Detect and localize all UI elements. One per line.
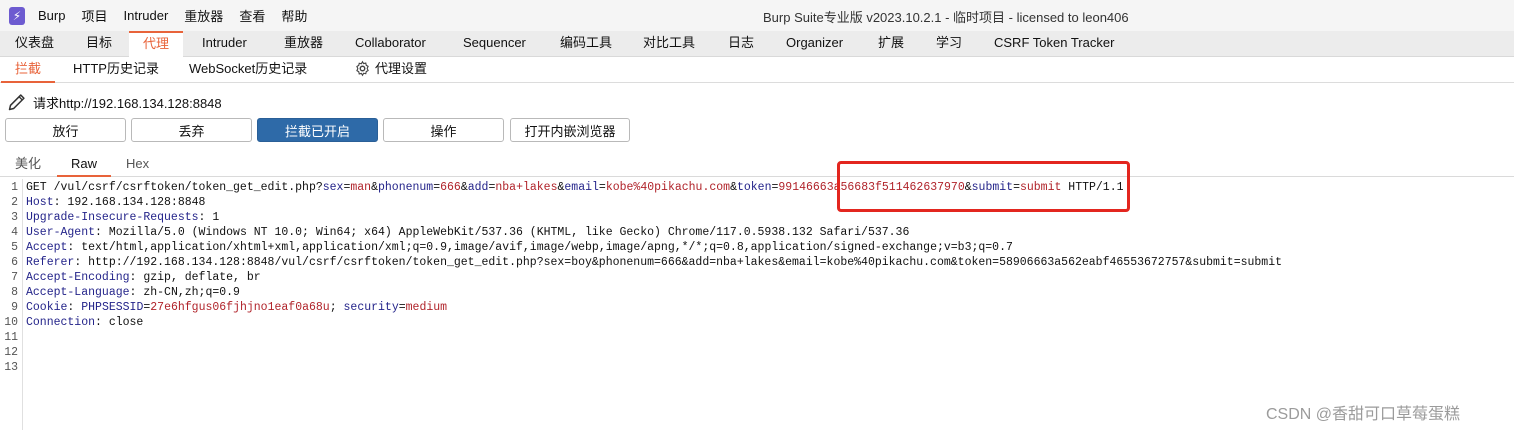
tab-collaborator[interactable]: Collaborator [341,31,440,57]
subtab-proxy-settings[interactable]: 代理设置 [340,57,441,83]
tab-comparer[interactable]: 对比工具 [629,31,709,57]
line-number: 10 [4,316,18,329]
window-title: Burp Suite专业版 v2023.10.2.1 - 临时项目 - lice… [763,10,1129,25]
tab-proxy[interactable]: 代理 [129,31,184,57]
editor-tab-bar: 美化 Raw Hex [0,153,1514,177]
line-number: 1 [11,181,18,194]
tab-extensions[interactable]: 扩展 [864,31,918,57]
request-target: 请求http://192.168.134.128:8848 [7,91,222,113]
subtab-intercept[interactable]: 拦截 [1,57,56,83]
action-button[interactable]: 操作 [383,118,504,142]
line-number: 5 [11,241,18,254]
header-upgrade-insecure-requests: Upgrade-Insecure-Requests: 1 [26,211,220,224]
title-bar: ⚡ Burp 项目 Intruder 重放器 查看 帮助 Burp Suite专… [0,0,1514,31]
subtab-websocket-history[interactable]: WebSocket历史记录 [175,57,321,83]
tab-target[interactable]: 目标 [72,31,126,57]
tab-logger[interactable]: 日志 [714,31,768,57]
drop-button[interactable]: 丢弃 [131,118,252,142]
burp-logo-icon: ⚡ [9,6,25,25]
tab-dashboard[interactable]: 仪表盘 [1,31,68,57]
tab-learn[interactable]: 学习 [922,31,976,57]
menu-repeater[interactable]: 重放器 [184,6,223,25]
request-editor[interactable]: 1 2 3 4 5 6 7 8 9 10 11 12 13 GET /vul/c… [0,179,1514,430]
line-number: 6 [11,256,18,269]
tab-intruder[interactable]: Intruder [188,31,261,57]
tab-sequencer[interactable]: Sequencer [449,31,540,57]
menu-burp[interactable]: Burp [38,8,65,23]
menu-view[interactable]: 查看 [239,6,265,25]
menu-help[interactable]: 帮助 [281,6,307,25]
forward-button[interactable]: 放行 [5,118,126,142]
menu-intruder[interactable]: Intruder [123,8,168,23]
header-cookie: Cookie: PHPSESSID=27e6hfgus06fjhjno1eaf0… [26,301,448,314]
line-number-gutter: 1 2 3 4 5 6 7 8 9 10 11 12 13 [0,179,23,430]
tab-organizer[interactable]: Organizer [772,31,857,57]
line-number: 13 [4,361,18,374]
menu-project[interactable]: 项目 [81,6,107,25]
header-accept-language: Accept-Language: zh-CN,zh;q=0.9 [26,286,240,299]
line-number: 7 [11,271,18,284]
header-user-agent: User-Agent: Mozilla/5.0 (Windows NT 10.0… [26,226,910,239]
watermark: CSDN @香甜可口草莓蛋糕 [1266,406,1461,423]
line-number: 4 [11,226,18,239]
open-browser-button[interactable]: 打开内嵌浏览器 [510,118,630,142]
line-number: 2 [11,196,18,209]
tab-decoder[interactable]: 编码工具 [546,31,626,57]
proxy-settings-label: 代理设置 [375,61,428,76]
proxy-sub-tab-bar: 拦截 HTTP历史记录 WebSocket历史记录 代理设置 [0,57,1514,83]
tab-pretty[interactable]: 美化 [1,153,55,177]
header-accept: Accept: text/html,application/xhtml+xml,… [26,241,1013,254]
header-referer: Referer: http://192.168.134.128:8848/vul… [26,256,1283,269]
tab-csrf-token-tracker[interactable]: CSRF Token Tracker [980,31,1128,57]
line-number: 3 [11,211,18,224]
request-url-label: 请求http://192.168.134.128:8848 [33,95,222,111]
main-tab-bar: 仪表盘 目标 代理 Intruder 重放器 Collaborator Sequ… [0,31,1514,57]
intercept-toolbar: 放行 丢弃 拦截已开启 操作 打开内嵌浏览器 [0,118,1514,142]
line-number: 11 [4,331,18,344]
gear-icon [356,60,369,77]
header-accept-encoding: Accept-Encoding: gzip, deflate, br [26,271,261,284]
intercept-toggle-button[interactable]: 拦截已开启 [257,118,378,142]
header-connection: Connection: close [26,316,144,329]
line-number: 12 [4,346,18,359]
tab-repeater[interactable]: 重放器 [270,31,337,57]
tab-raw[interactable]: Raw [57,153,112,177]
token-param-name: token [736,181,772,194]
line-number: 8 [11,286,18,299]
line-number: 9 [11,301,18,314]
pencil-icon[interactable] [7,92,27,112]
tab-hex[interactable]: Hex [112,153,163,177]
header-host: Host: 192.168.134.128:8848 [26,196,206,209]
subtab-http-history[interactable]: HTTP历史记录 [59,57,173,83]
token-highlight-box [837,161,1130,212]
